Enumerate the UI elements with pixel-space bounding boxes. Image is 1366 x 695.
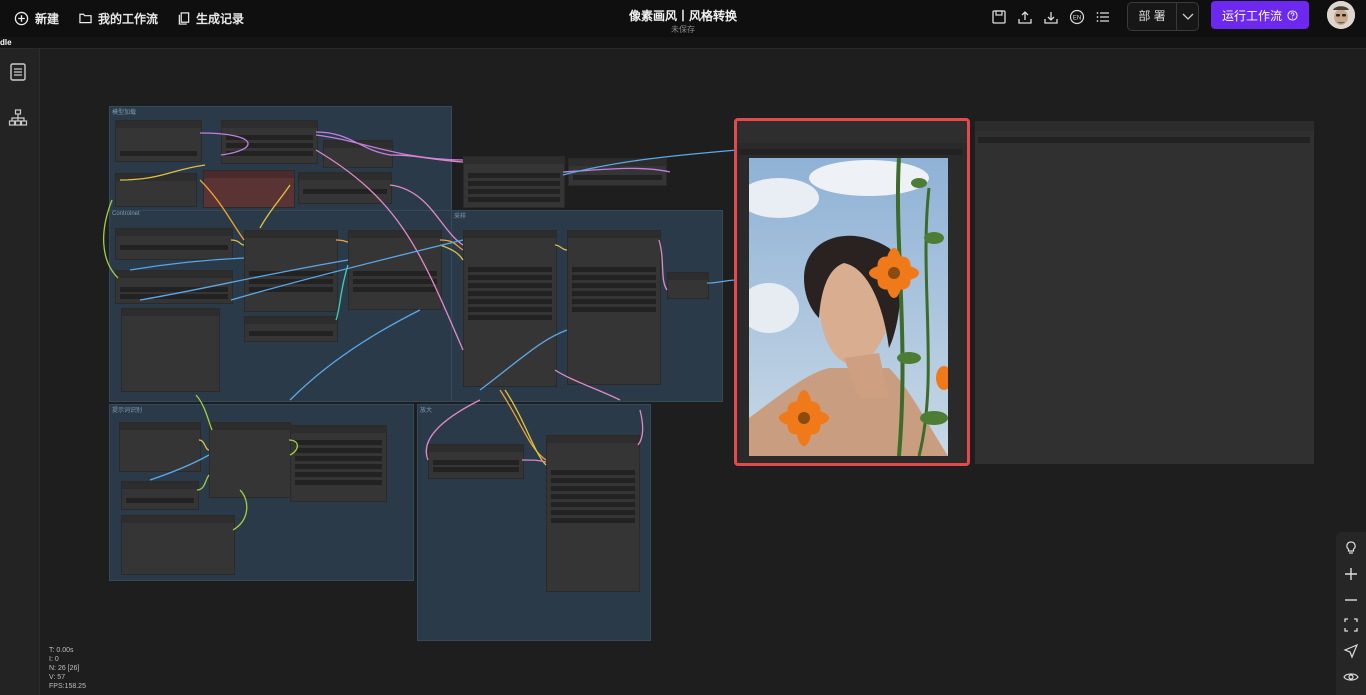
canvas-stats: T: 0.00s I: 0 N: 26 [26] V: 57 FPS:158.2… bbox=[49, 646, 86, 691]
stat-v: V: 57 bbox=[49, 674, 66, 681]
fit-view-icon[interactable] bbox=[1343, 617, 1359, 633]
zoom-in-icon[interactable] bbox=[1343, 566, 1359, 582]
stat-time: T: 0.00s bbox=[49, 647, 74, 654]
canvas-toolbar bbox=[1336, 532, 1366, 695]
stat-nodes: N: 26 [26] bbox=[49, 665, 80, 672]
bulb-icon[interactable] bbox=[1343, 540, 1359, 556]
send-icon[interactable] bbox=[1343, 643, 1359, 659]
output-node[interactable] bbox=[975, 121, 1314, 464]
stat-i: I: 0 bbox=[49, 656, 59, 663]
stat-fps: FPS:158.25 bbox=[49, 683, 86, 690]
selected-node-highlight bbox=[734, 118, 970, 466]
eye-icon[interactable] bbox=[1343, 669, 1359, 685]
zoom-out-icon[interactable] bbox=[1343, 592, 1359, 608]
